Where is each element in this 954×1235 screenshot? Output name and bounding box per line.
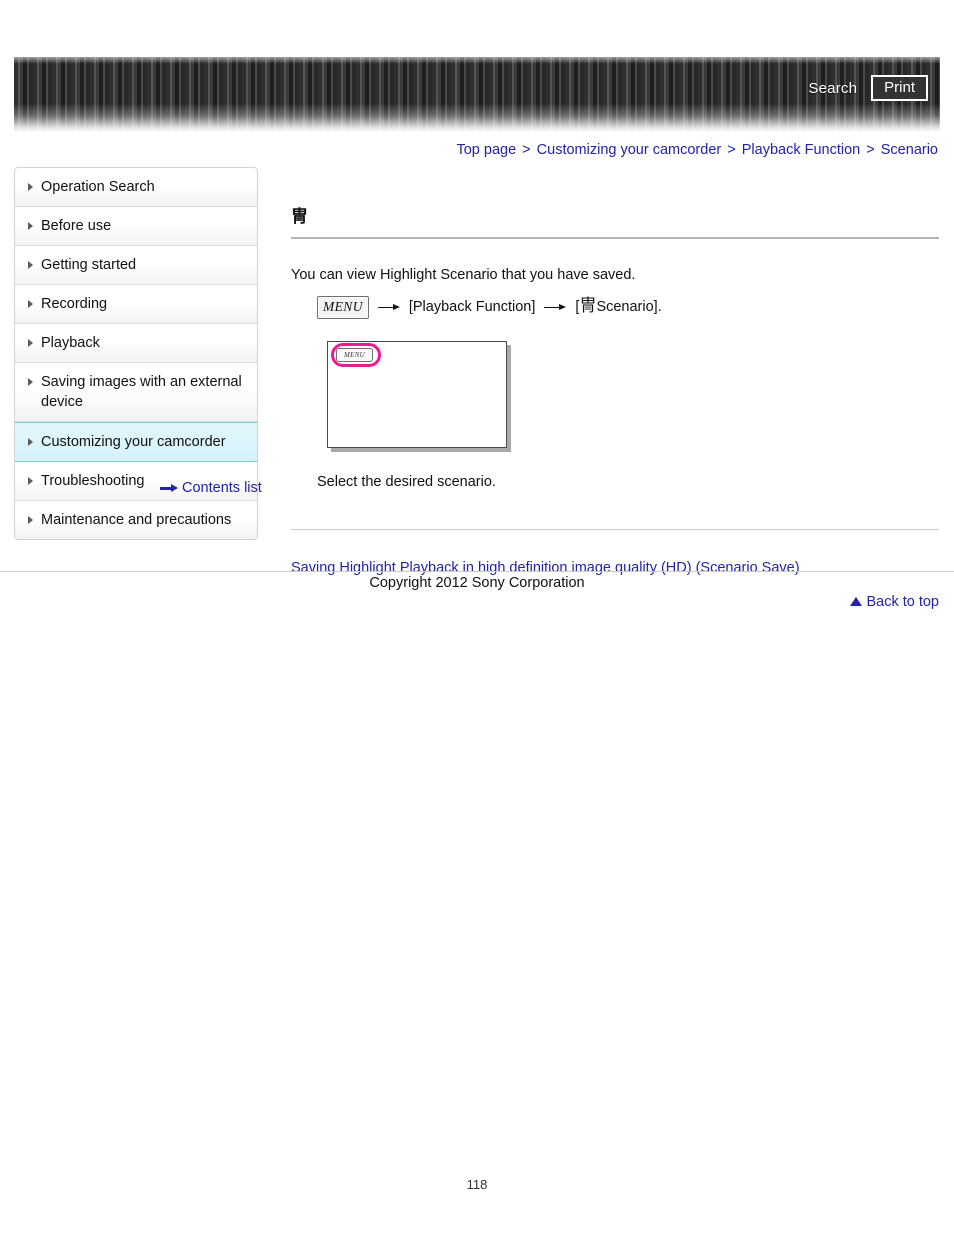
- sidebar-item-label: Before use: [41, 218, 112, 234]
- breadcrumb-item-scenario[interactable]: Scenario: [881, 142, 938, 158]
- triangle-right-icon: [28, 339, 33, 347]
- sidebar-item-getting-started[interactable]: Getting started: [15, 246, 257, 285]
- intro-text: You can view Highlight Scenario that you…: [291, 267, 636, 284]
- contents-list-link[interactable]: Contents list: [160, 480, 262, 496]
- print-button[interactable]: Print: [871, 75, 928, 102]
- sidebar-item-before-use[interactable]: Before use: [15, 207, 257, 246]
- back-to-top-label: Back to top: [866, 593, 939, 610]
- back-to-top-link[interactable]: Back to top: [291, 594, 939, 610]
- footer-divider: [0, 571, 954, 572]
- breadcrumb-item-top-page[interactable]: Top page: [456, 142, 516, 158]
- menu-path-instruction: MENU [Playback Function] [冑Scenario].: [317, 296, 939, 319]
- triangle-right-icon: [28, 261, 33, 269]
- sidebar-item-label: Recording: [41, 296, 108, 312]
- illustration-menu-button[interactable]: MENU: [336, 347, 374, 362]
- menu-path-step-1: [Playback Function]: [408, 299, 536, 316]
- menu-path-step-2-label: Scenario: [596, 299, 654, 316]
- copyright-text: Copyright 2012 Sony Corporation: [369, 575, 585, 591]
- triangle-right-icon: [28, 438, 33, 446]
- sidebar-item-label: Customizing your camcorder: [41, 434, 226, 450]
- related-link-scenario-save[interactable]: Saving Highlight Playback in high defini…: [291, 560, 939, 576]
- sidebar-item-customizing-your-camcorder[interactable]: Customizing your camcorder: [15, 422, 257, 462]
- triangle-right-icon: [28, 222, 33, 230]
- menu-button-chip[interactable]: MENU: [317, 296, 369, 319]
- menu-path-step-2: [冑Scenario].: [575, 297, 661, 318]
- header-actions: Search Print: [808, 75, 928, 102]
- breadcrumb-item-playback-function[interactable]: Playback Function: [742, 142, 860, 158]
- triangle-up-icon: [850, 596, 863, 606]
- search-button[interactable]: Search: [808, 80, 857, 97]
- breadcrumb: Top page > Customizing your camcorder > …: [456, 142, 938, 158]
- title-divider: [291, 237, 939, 240]
- page-number: 118: [466, 1177, 488, 1192]
- arrow-right-icon: [377, 303, 400, 313]
- arrow-right-icon: [160, 483, 178, 493]
- sidebar-item-label: Maintenance and precautions: [41, 512, 232, 528]
- arrow-right-icon: [544, 303, 567, 313]
- triangle-right-icon: [28, 183, 33, 191]
- sidebar-item-saving-images-with-an-external-device[interactable]: Saving images with an external device: [15, 363, 257, 422]
- scenario-glyph-icon: 冑: [579, 296, 597, 317]
- main-content: 冑 You can view Highlight Scenario that y…: [291, 196, 939, 610]
- sidebar-item-operation-search[interactable]: Operation Search: [15, 168, 257, 207]
- content-divider: [291, 528, 939, 530]
- sidebar-item-label: Getting started: [41, 257, 137, 273]
- sidebar-item-maintenance-and-precautions[interactable]: Maintenance and precautions: [15, 501, 257, 539]
- page-title: 冑: [291, 207, 939, 231]
- sidebar-item-label: Operation Search: [41, 179, 155, 195]
- menu-path-step-2-suffix: ].: [653, 299, 662, 316]
- sidebar-item-label: Saving images with an external device: [41, 374, 242, 410]
- breadcrumb-separator: >: [727, 142, 736, 158]
- sidebar-item-recording[interactable]: Recording: [15, 285, 257, 324]
- header-banner: Search Print: [14, 57, 940, 132]
- breadcrumb-separator: >: [866, 142, 875, 158]
- scenario-glyph-icon: 冑: [291, 207, 308, 228]
- sidebar-item-label: Playback: [41, 335, 100, 351]
- triangle-right-icon: [28, 516, 33, 524]
- screen-illustration: MENU: [327, 340, 507, 448]
- triangle-right-icon: [28, 477, 33, 485]
- breadcrumb-separator: >: [522, 142, 531, 158]
- breadcrumb-item-customizing-your-camcorder[interactable]: Customizing your camcorder: [537, 142, 722, 158]
- triangle-right-icon: [28, 300, 33, 308]
- illustration-caption: Select the desired scenario.: [317, 473, 496, 490]
- contents-list-label: Contents list: [182, 480, 262, 496]
- sidebar-item-playback[interactable]: Playback: [15, 324, 257, 363]
- triangle-right-icon: [28, 378, 33, 386]
